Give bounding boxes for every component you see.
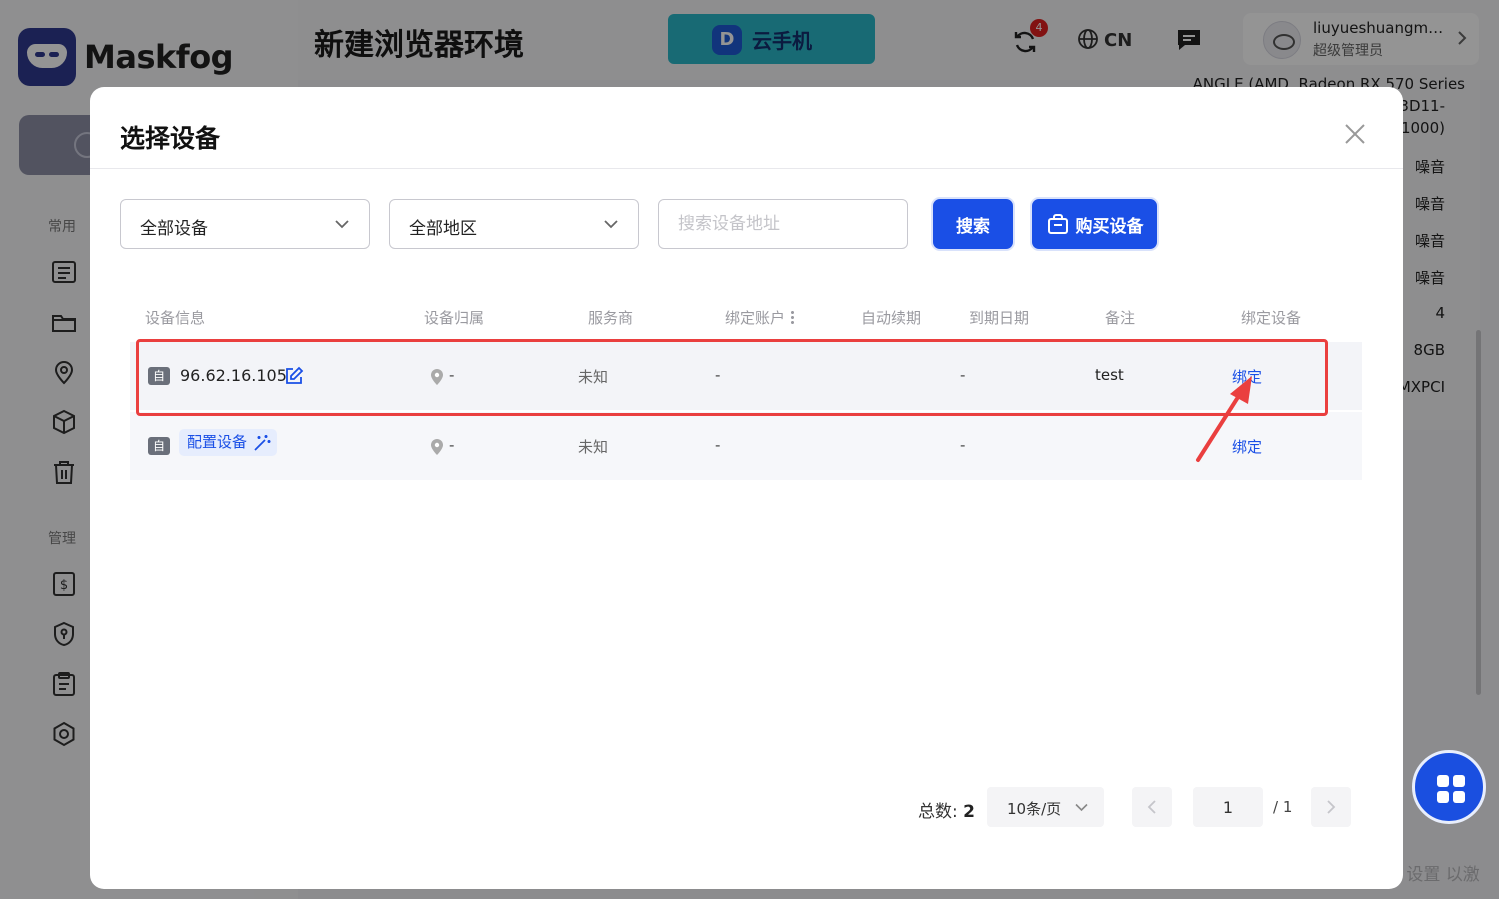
select-device-modal: 选择设备 全部设备 全部地区 搜索 购买设备 设备信息 设备归属 服务商 绑定账… (90, 87, 1403, 889)
edit-icon[interactable] (284, 366, 304, 386)
configure-device-label: 配置设备 (187, 433, 248, 451)
chevron-down-icon (1075, 803, 1088, 812)
device-address-search-input[interactable] (658, 199, 908, 249)
page-size-select[interactable]: 10条/页 (987, 787, 1104, 827)
table-header: 设备信息 设备归属 服务商 绑定账户 自动续期 到期日期 备注 绑定设备 (120, 299, 1373, 333)
column-header: 到期日期 (969, 309, 1030, 327)
column-header: 绑定账户 (725, 309, 786, 327)
close-icon[interactable] (1344, 123, 1366, 145)
chevron-left-icon (1147, 800, 1156, 814)
expiry-date: - (960, 366, 966, 384)
next-page-button[interactable] (1311, 787, 1351, 827)
modal-title: 选择设备 (120, 124, 221, 153)
bound-account: - (715, 366, 721, 384)
magic-wand-icon (254, 435, 271, 451)
floating-apps-button[interactable] (1412, 750, 1486, 824)
column-header: 设备信息 (145, 309, 206, 327)
configure-device-chip[interactable]: 配置设备 (179, 429, 278, 456)
total-count: 总数: 2 (918, 797, 975, 822)
self-owned-tag: 自 (148, 367, 170, 385)
provider: 未知 (578, 438, 609, 456)
location-pin-icon (431, 439, 443, 455)
shopping-bag-icon (1047, 214, 1068, 234)
column-header: 自动续期 (861, 309, 922, 327)
provider: 未知 (578, 368, 609, 386)
buy-device-label: 购买设备 (1075, 216, 1144, 237)
pagination: 总数: 2 10条/页 / 1 (90, 787, 1403, 827)
note: test (1095, 366, 1124, 384)
region-select[interactable]: 全部地区 (389, 199, 639, 249)
column-header: 备注 (1105, 309, 1136, 327)
table-row: 自 96.62.16.105 - 未知 - - test 绑定 (130, 342, 1362, 410)
buy-device-button[interactable]: 购买设备 (1032, 199, 1157, 249)
device-table: 设备信息 设备归属 服务商 绑定账户 自动续期 到期日期 备注 绑定设备 自 9… (120, 287, 1373, 827)
location-pin-icon (431, 369, 443, 385)
self-owned-tag: 自 (148, 437, 170, 455)
region-value: 全部地区 (409, 219, 477, 239)
bind-device-link[interactable]: 绑定 (1232, 366, 1262, 387)
page-size-value: 10条/页 (1007, 800, 1062, 818)
chevron-right-icon (1327, 800, 1336, 814)
column-header: 绑定设备 (1241, 309, 1302, 327)
expiry-date: - (960, 436, 966, 454)
more-vertical-icon[interactable] (791, 310, 795, 324)
device-type-select[interactable]: 全部设备 (120, 199, 370, 249)
search-button[interactable]: 搜索 (933, 199, 1013, 249)
device-owner: - (449, 366, 455, 384)
chevron-down-icon (335, 220, 349, 229)
bound-account: - (715, 436, 721, 454)
total-label: 总数: (918, 802, 964, 822)
device-ip: 96.62.16.105 (180, 366, 287, 385)
table-row: 自 配置设备 - 未知 - - 绑定 (130, 412, 1362, 480)
total-value: 2 (963, 802, 975, 822)
column-header-bound-account: 绑定账户 (725, 307, 795, 328)
search-button-label: 搜索 (956, 216, 990, 237)
chevron-down-icon (604, 220, 618, 229)
total-pages: / 1 (1273, 798, 1293, 816)
column-header: 设备归属 (424, 309, 485, 327)
bind-device-link[interactable]: 绑定 (1232, 436, 1262, 457)
device-owner: - (449, 436, 455, 454)
apps-grid-icon (1437, 775, 1465, 803)
prev-page-button[interactable] (1132, 787, 1172, 827)
current-page-input[interactable] (1193, 787, 1263, 827)
modal-header: 选择设备 (90, 87, 1403, 169)
device-type-value: 全部设备 (140, 219, 208, 239)
column-header: 服务商 (588, 309, 634, 327)
